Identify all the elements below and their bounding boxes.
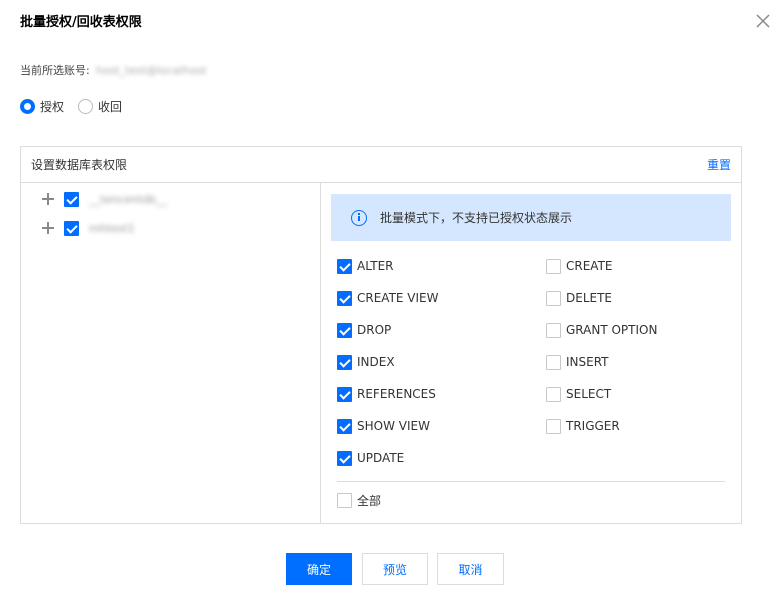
privilege-checkbox[interactable] (337, 386, 352, 402)
revoke-radio[interactable]: 收回 (78, 98, 122, 115)
privilege-label: CREATE VIEW (357, 291, 439, 305)
privilege-create[interactable]: CREATE (546, 258, 613, 274)
info-text: 批量模式下，不支持已授权状态展示 (380, 211, 573, 225)
privilege-label: GRANT OPTION (566, 323, 658, 337)
privilege-label: SELECT (566, 387, 612, 401)
privilege-label: DELETE (566, 291, 613, 305)
privilege-drop[interactable]: DROP (337, 322, 391, 338)
divider (337, 481, 725, 482)
panel-title: 设置数据库表权限 (31, 158, 128, 172)
privilege-checkbox[interactable] (546, 418, 561, 434)
revoke-radio-circle[interactable] (78, 99, 94, 114)
tree-item-checkbox[interactable] (64, 220, 79, 236)
privilege-create-view[interactable]: CREATE VIEW (337, 290, 439, 306)
privilege-checkbox[interactable] (546, 354, 561, 370)
privilege-label: DROP (357, 323, 392, 337)
privilege-checkbox[interactable] (546, 386, 561, 402)
confirm-button[interactable]: 确定 (286, 553, 352, 585)
account-label: 当前所选账号: (20, 64, 90, 77)
close-icon[interactable] (752, 10, 774, 32)
info-banner: 批量模式下，不支持已授权状态展示 (331, 194, 731, 241)
privilege-insert[interactable]: INSERT (546, 354, 609, 370)
privilege-delete[interactable]: DELETE (546, 290, 612, 306)
expand-plus-icon[interactable] (41, 221, 55, 235)
info-icon (351, 209, 367, 226)
grant-radio-label: 授权 (40, 100, 65, 114)
privilege-checkbox[interactable] (546, 322, 561, 338)
privilege-references[interactable]: REFERENCES (337, 386, 436, 402)
privilege-index[interactable]: INDEX (337, 354, 395, 370)
preview-button[interactable]: 预览 (362, 553, 428, 585)
tree-item-label[interactable]: mhtest1 (89, 222, 135, 235)
privilege-checkbox[interactable] (337, 418, 352, 434)
tree-item: __tencentdb__ (41, 190, 167, 208)
privilege-label: TRIGGER (566, 419, 620, 433)
grant-radio-circle[interactable] (20, 99, 35, 114)
privilege-checkbox[interactable] (546, 258, 561, 274)
privilege-trigger[interactable]: TRIGGER (546, 418, 620, 434)
privilege-checkbox[interactable] (546, 290, 561, 306)
account-value: host_test@localhost (95, 63, 207, 77)
tree-item-label[interactable]: __tencentdb__ (89, 193, 167, 206)
privilege-label: UPDATE (357, 451, 405, 465)
privilege-pane: 批量模式下，不支持已授权状态展示 ALTER CREATE VIEW DROP … (321, 183, 741, 523)
permission-panel: 设置数据库表权限 重置 __tencentdb__ mhtest1 批量模式下，… (20, 146, 742, 524)
privilege-label: ALTER (357, 259, 394, 273)
privilege-label: SHOW VIEW (357, 419, 430, 433)
reset-link[interactable]: 重置 (707, 156, 731, 173)
mode-radio-group: 授权 收回 (20, 98, 136, 115)
privilege-label: REFERENCES (357, 387, 436, 401)
revoke-radio-label: 收回 (98, 100, 123, 114)
select-all-box[interactable] (337, 492, 352, 508)
cancel-button[interactable]: 取消 (437, 553, 504, 585)
privilege-select[interactable]: SELECT (546, 386, 611, 402)
grant-radio[interactable]: 授权 (20, 98, 64, 115)
privilege-checkbox[interactable] (337, 258, 352, 274)
privilege-alter[interactable]: ALTER (337, 258, 394, 274)
privilege-checkbox[interactable] (337, 354, 352, 370)
database-tree: __tencentdb__ mhtest1 (21, 183, 321, 523)
privilege-label: INDEX (357, 355, 395, 369)
privilege-checkbox[interactable] (337, 450, 352, 466)
tree-item-checkbox[interactable] (64, 191, 79, 207)
select-all-label: 全部 (357, 493, 382, 508)
privilege-label: CREATE (566, 259, 613, 273)
privilege-label: INSERT (566, 355, 609, 369)
account-row: 当前所选账号: host_test@localhost (20, 62, 206, 78)
dialog-title: 批量授权/回收表权限 (20, 15, 142, 30)
privilege-checkbox[interactable] (337, 322, 352, 338)
privilege-grant-option[interactable]: GRANT OPTION (546, 322, 657, 338)
close-icon-glyph (756, 14, 770, 28)
privilege-checkbox[interactable] (337, 290, 352, 306)
expand-plus-icon[interactable] (41, 192, 55, 206)
tree-item: mhtest1 (41, 219, 135, 237)
select-all-checkbox[interactable]: 全部 (337, 492, 381, 508)
panel-header: 设置数据库表权限 重置 (21, 147, 741, 183)
privilege-show-view[interactable]: SHOW VIEW (337, 418, 430, 434)
privilege-update[interactable]: UPDATE (337, 450, 404, 466)
